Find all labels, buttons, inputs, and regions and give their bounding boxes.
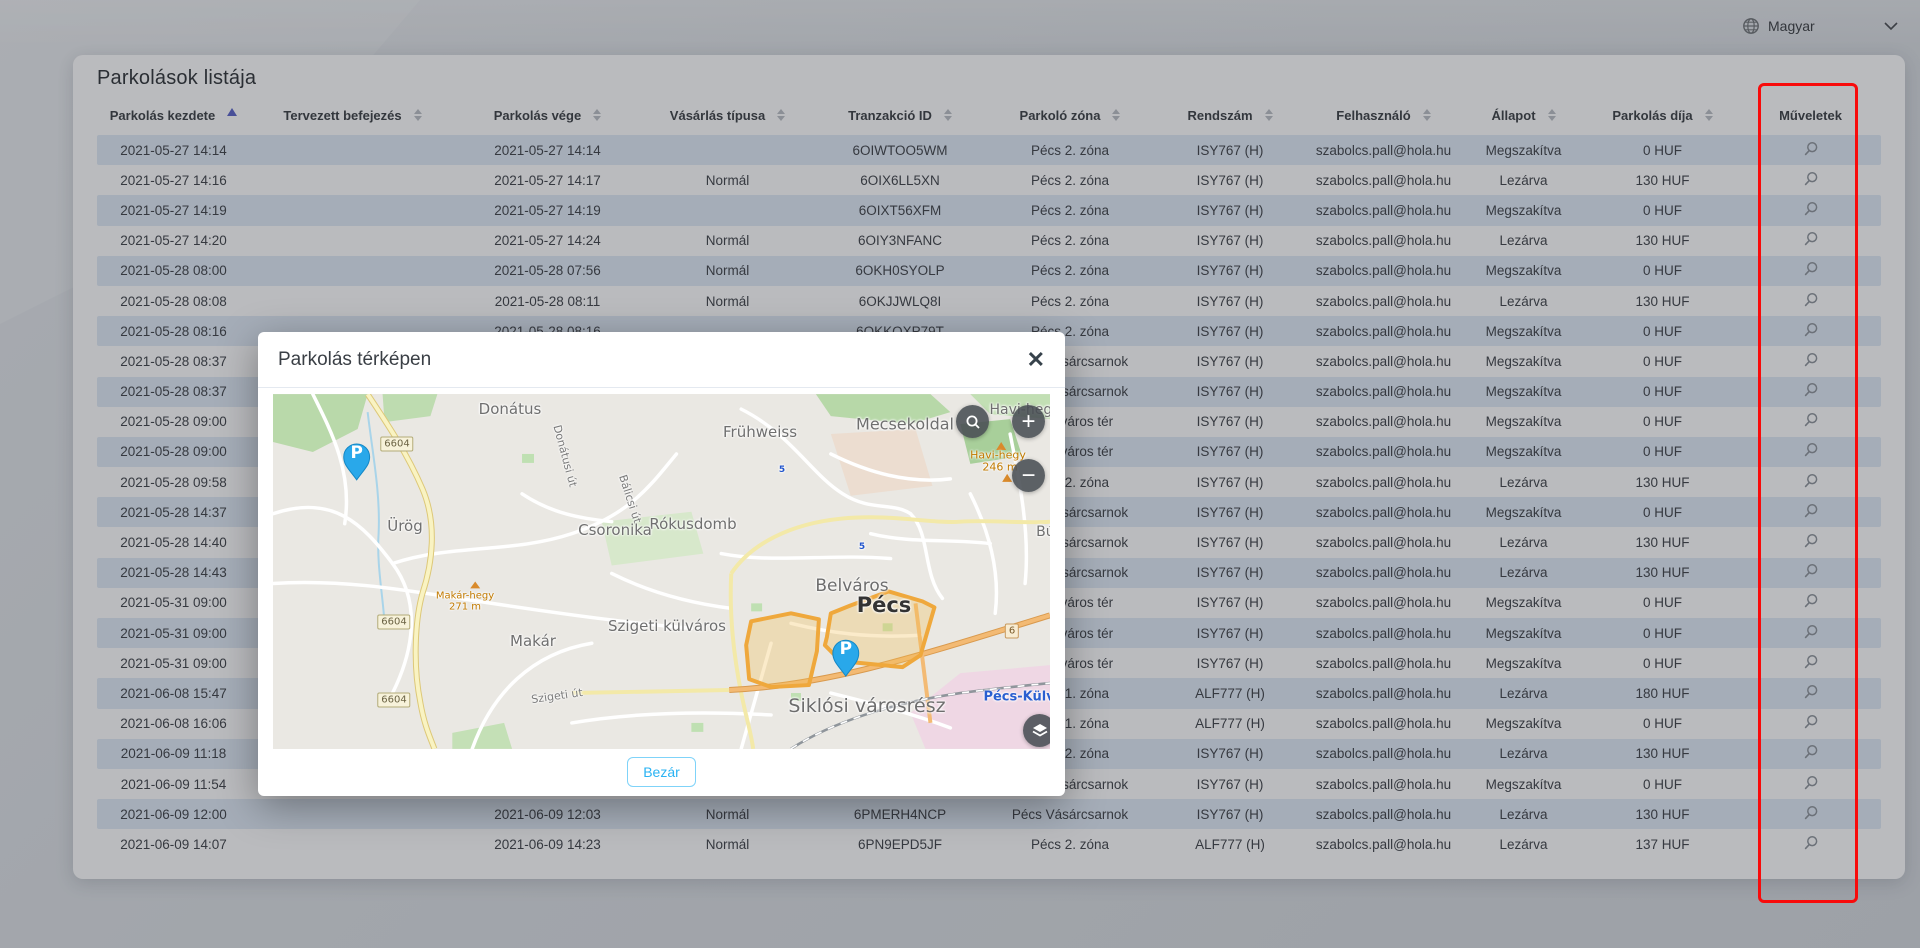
- modal-footer: Bezár: [258, 749, 1065, 794]
- map-modal: Parkolás térképen ✕: [258, 332, 1065, 796]
- map-search-button[interactable]: [956, 405, 989, 438]
- map-layers-button[interactable]: [1023, 714, 1050, 747]
- close-icon[interactable]: ✕: [1027, 349, 1045, 371]
- map-canvas[interactable]: P P DonátusDonátusi útFrühweissMecsekold…: [273, 394, 1050, 749]
- modal-header: Parkolás térképen ✕: [258, 332, 1065, 388]
- close-modal-button[interactable]: Bezár: [627, 757, 696, 787]
- page: Magyar Parkolások listája Parkolás kezde…: [0, 0, 1920, 948]
- svg-text:P: P: [350, 442, 362, 462]
- map-zoom-out-button[interactable]: −: [1012, 459, 1045, 492]
- svg-text:P: P: [840, 638, 852, 658]
- map-zoom-in-button[interactable]: +: [1012, 405, 1045, 438]
- modal-title: Parkolás térképen: [278, 349, 431, 371]
- map-graphics: P P: [273, 394, 1050, 749]
